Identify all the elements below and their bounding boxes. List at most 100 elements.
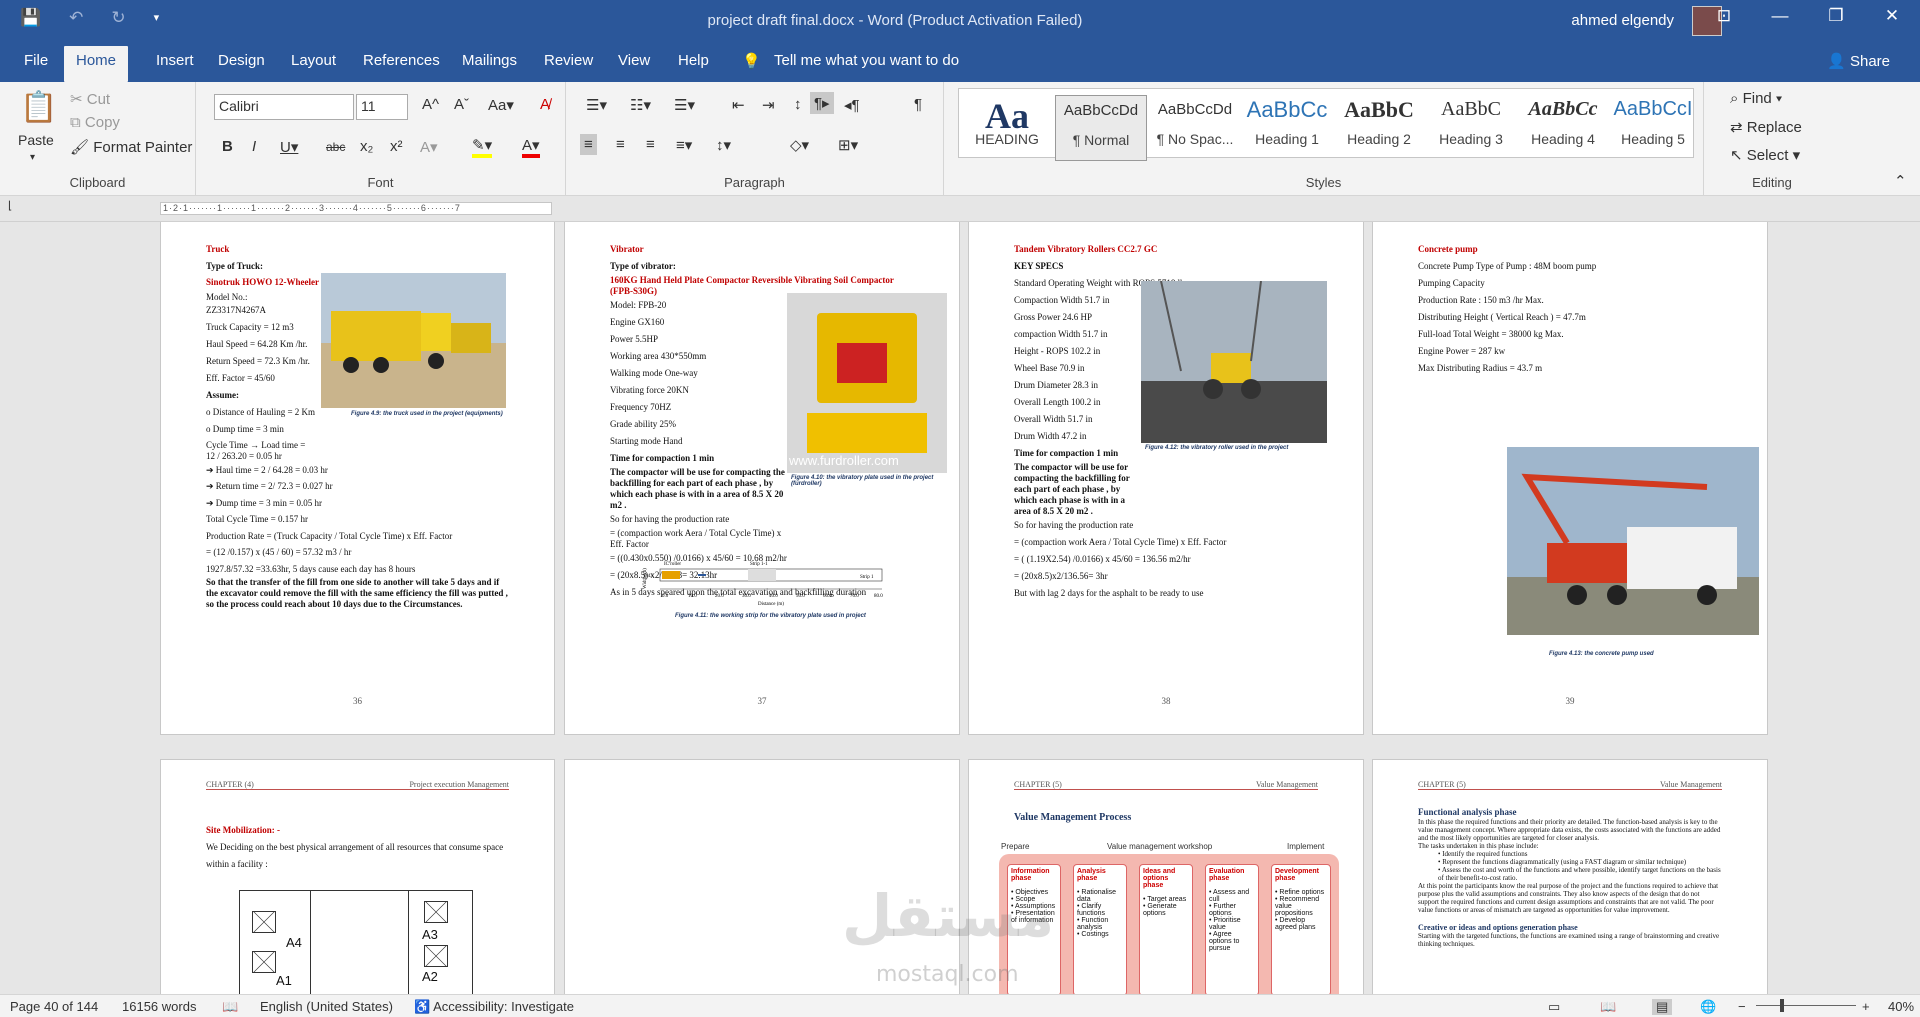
superscript-icon[interactable]: x² <box>390 138 403 155</box>
read-mode-icon[interactable]: 📖 <box>1600 999 1616 1015</box>
zoom-level[interactable]: 40% <box>1888 999 1914 1014</box>
justify-icon[interactable]: ≡▾ <box>676 136 692 154</box>
style-heading-3[interactable]: AaBbC Heading 3 <box>1425 95 1517 161</box>
proofing-icon[interactable]: 📖 <box>222 999 238 1015</box>
numbering-icon[interactable]: ☷▾ <box>630 96 651 114</box>
strikethrough-icon[interactable]: abc <box>326 140 345 154</box>
page-43[interactable]: CHAPTER (5) Value Management Functional a… <box>1372 759 1768 994</box>
collapse-ribbon-icon[interactable]: ⌃ <box>1894 172 1907 190</box>
change-case-icon[interactable]: Aa▾ <box>488 96 514 114</box>
subscript-icon[interactable]: x₂ <box>360 138 373 155</box>
tab-design[interactable]: Design <box>218 52 265 69</box>
page-38[interactable]: Tandem Vibratory Rollers CC2.7 GC KEY SP… <box>968 222 1364 735</box>
font-size-box[interactable]: 11 <box>356 94 408 120</box>
rtl-icon[interactable]: ◂¶ <box>844 96 860 114</box>
replace-button[interactable]: ⇄ Replace <box>1730 118 1802 136</box>
cut-button[interactable]: ✂ Cut <box>70 90 110 108</box>
close-icon[interactable]: ✕ <box>1864 6 1920 26</box>
zoom-out-icon[interactable]: − <box>1738 999 1746 1014</box>
ribbon-display-icon[interactable]: ⊡ <box>1696 6 1752 26</box>
style-heading-4[interactable]: AaBbCc Heading 4 <box>1517 95 1609 161</box>
styles-label: Styles <box>1305 175 1342 190</box>
evaluation-phase-box: Evaluation phase • Assess and cull • Furt… <box>1205 864 1259 994</box>
line-spacing-icon[interactable]: ↕▾ <box>716 136 731 154</box>
print-layout-icon[interactable]: ▤ <box>1652 999 1673 1015</box>
svg-text:70.0: 70.0 <box>850 594 859 599</box>
paste-button[interactable]: Paste <box>18 132 54 148</box>
page-40[interactable]: CHAPTER (4) Project execution Management … <box>160 759 555 994</box>
tab-references[interactable]: References <box>363 52 440 69</box>
page-37[interactable]: Vibrator Type of vibrator: 160KG Hand He… <box>564 222 960 735</box>
font-color-icon[interactable]: A▾ <box>522 136 540 158</box>
align-right-icon[interactable]: ≡ <box>646 136 655 153</box>
tab-review[interactable]: Review <box>544 52 593 69</box>
language-indicator[interactable]: English (United States) <box>260 999 393 1014</box>
minimize-icon[interactable]: — <box>1752 6 1808 26</box>
grow-font-icon[interactable]: A^ <box>422 96 439 113</box>
page-42[interactable]: CHAPTER (5) Value Management Value Manage… <box>968 759 1364 994</box>
style-normal[interactable]: AaBbCcDd ¶ Normal <box>1055 95 1147 161</box>
borders-icon[interactable]: ⊞▾ <box>838 136 858 154</box>
font-name-box[interactable]: Calibri <box>214 94 354 120</box>
svg-text:Strip 1: Strip 1 <box>860 575 874 580</box>
tab-home[interactable]: Home <box>64 46 129 82</box>
tab-view[interactable]: View <box>618 52 650 69</box>
zoom-in-icon[interactable]: + <box>1862 999 1870 1014</box>
copy-button[interactable]: ⧉ Copy <box>70 114 120 131</box>
select-button[interactable]: ↖ Select ▾ <box>1730 146 1800 164</box>
multilevel-list-icon[interactable]: ☰▾ <box>674 96 695 114</box>
page-39[interactable]: Concrete pump Concrete Pump Type of Pump… <box>1372 222 1768 735</box>
share-button[interactable]: 👤 Share <box>1827 52 1890 70</box>
section-heading: Site Mobilization: - <box>206 825 280 835</box>
sort-icon[interactable]: ↕ <box>794 96 802 113</box>
shrink-font-icon[interactable]: Aˇ <box>454 96 469 113</box>
brush-icon: 🖌 <box>70 139 94 156</box>
focus-mode-icon[interactable]: ▭ <box>1548 999 1560 1015</box>
tab-layout[interactable]: Layout <box>291 52 336 69</box>
web-layout-icon[interactable]: 🌐 <box>1700 999 1716 1015</box>
find-button[interactable]: ⌕ Find ▾ <box>1730 90 1782 107</box>
decrease-indent-icon[interactable]: ⇤ <box>732 96 745 114</box>
site-layout-diagram: A4 A1 A3 A2 <box>239 890 473 994</box>
horizontal-ruler[interactable]: 1·2·1·······1·······1·······2·······3···… <box>160 202 552 215</box>
tell-me-box[interactable]: Tell me what you want to do <box>774 52 959 69</box>
italic-icon[interactable]: I <box>252 138 256 155</box>
style-no-spacing[interactable]: AaBbCcDd ¶ No Spac... <box>1149 95 1241 161</box>
cursor-icon: ↖ <box>1730 147 1747 164</box>
clear-format-icon[interactable]: A̸ <box>540 96 550 113</box>
highlight-icon[interactable]: ✎▾ <box>472 136 493 158</box>
shading-icon[interactable]: ◇▾ <box>790 136 809 154</box>
format-painter-button[interactable]: 🖌 Format Painter <box>70 138 192 156</box>
page-count[interactable]: Page 40 of 144 <box>10 999 98 1014</box>
zoom-slider-thumb[interactable] <box>1780 999 1784 1012</box>
ltr-icon[interactable]: ¶▸ <box>810 92 834 114</box>
tab-insert[interactable]: Insert <box>156 52 194 69</box>
tab-file[interactable]: File <box>24 52 48 69</box>
increase-indent-icon[interactable]: ⇥ <box>762 96 775 114</box>
align-center-icon[interactable]: ≡ <box>616 136 625 153</box>
style-heading-1[interactable]: AaBbCc Heading 1 <box>1241 95 1333 161</box>
style-heading-5[interactable]: AaBbCcI Heading 5 <box>1607 95 1699 161</box>
page-41[interactable] <box>564 759 960 994</box>
style-heading-2[interactable]: AaBbC Heading 2 <box>1333 95 1425 161</box>
tab-help[interactable]: Help <box>678 52 709 69</box>
page-36[interactable]: Truck Type of Truck: Sinotruk HOWO 12-Wh… <box>160 222 555 735</box>
restore-icon[interactable]: ❐ <box>1808 6 1864 26</box>
align-left-icon[interactable]: ≡ <box>580 134 597 155</box>
zoom-slider[interactable] <box>1756 1005 1856 1006</box>
word-count[interactable]: 16156 words <box>122 999 196 1014</box>
tab-mailings[interactable]: Mailings <box>462 52 517 69</box>
chevron-down-icon[interactable]: ▾ <box>30 152 35 163</box>
underline-icon[interactable]: U▾ <box>280 138 298 156</box>
bullets-icon[interactable]: ☰▾ <box>586 96 607 114</box>
show-marks-icon[interactable]: ¶ <box>914 96 922 113</box>
bold-icon[interactable]: B <box>222 138 233 155</box>
document-area[interactable]: Truck Type of Truck: Sinotruk HOWO 12-Wh… <box>0 222 1920 994</box>
section-heading: Vibrator <box>610 244 644 254</box>
tab-selector-icon[interactable]: ⌊ <box>8 199 12 212</box>
text-effects-icon[interactable]: A▾ <box>420 138 438 156</box>
style-heading-caps[interactable]: Aa HEADING <box>961 95 1053 161</box>
paste-icon[interactable]: 📋 <box>20 90 57 125</box>
accessibility-button[interactable]: ♿ Accessibility: Investigate <box>414 999 574 1015</box>
user-name[interactable]: ahmed elgendy <box>1571 12 1674 29</box>
